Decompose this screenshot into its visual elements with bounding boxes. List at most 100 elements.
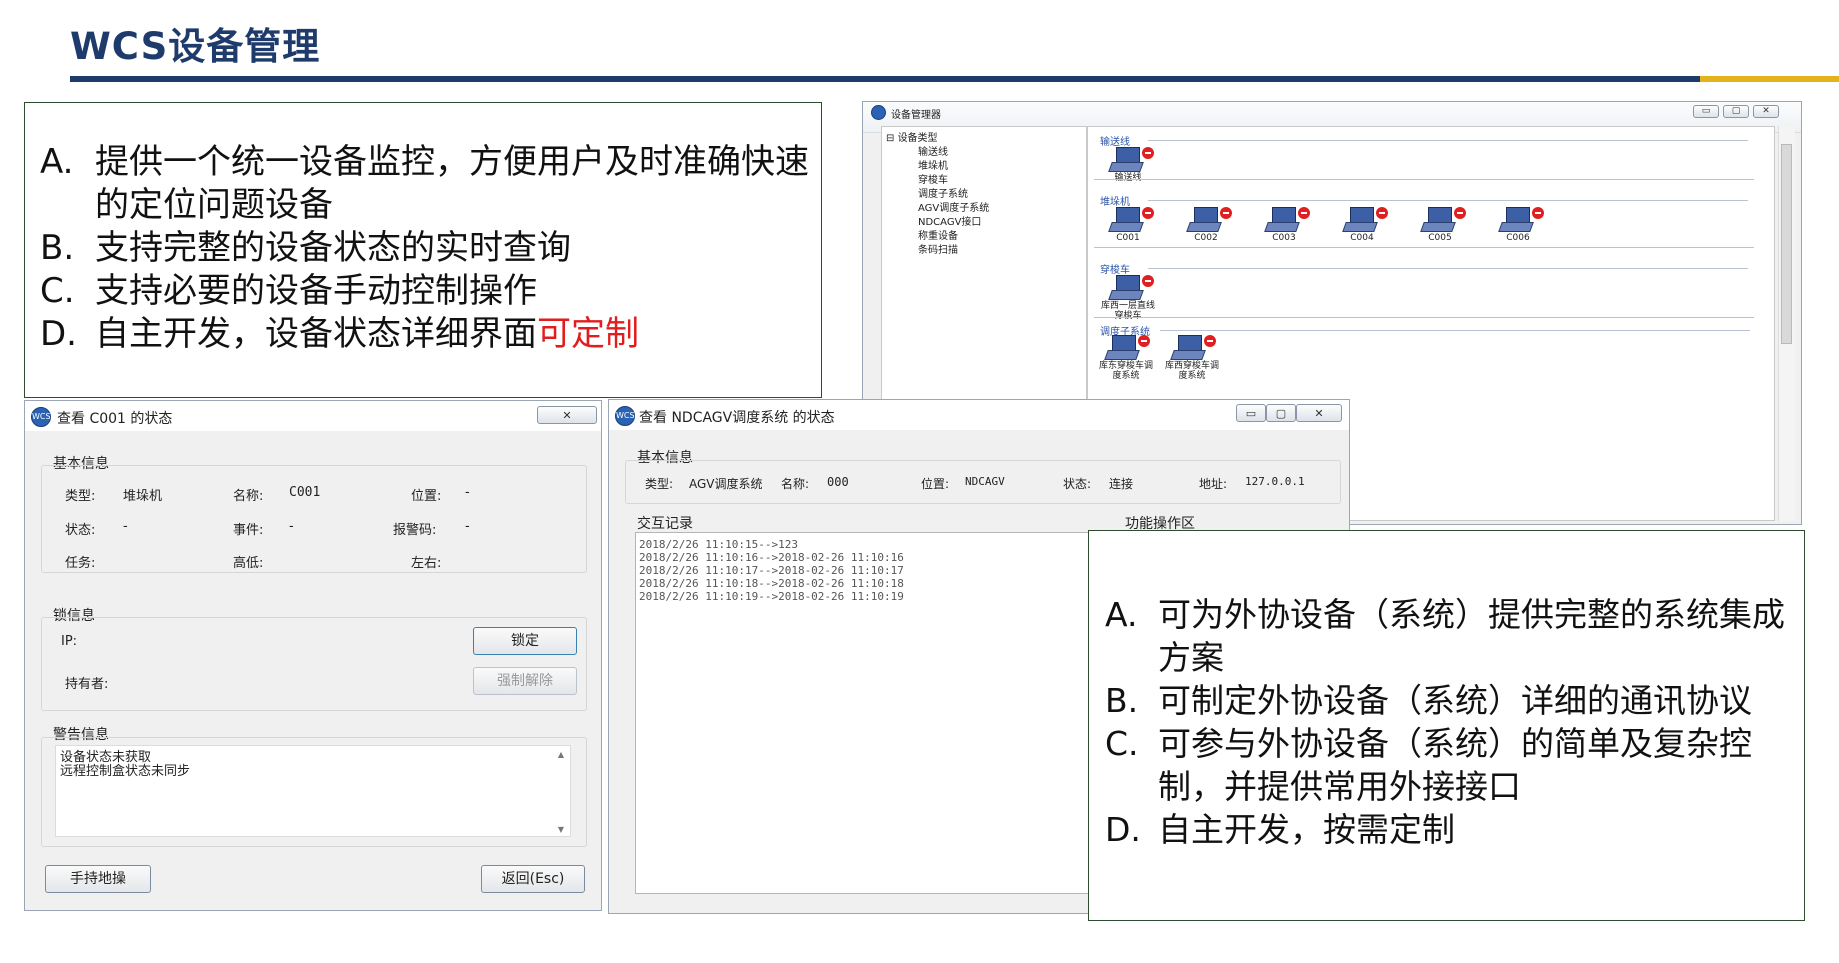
offline-status-icon	[1532, 207, 1544, 219]
vertical-scrollbar[interactable]	[1778, 126, 1795, 521]
type-value: AGV调度系统	[689, 477, 763, 491]
position-value: -	[465, 485, 470, 500]
tree-item[interactable]: NDCAGV接口	[918, 213, 981, 228]
item-letter: D.	[1105, 810, 1141, 849]
offline-status-icon	[1138, 335, 1150, 347]
maximize-button[interactable]: ▢	[1266, 404, 1296, 422]
device-icon	[1428, 207, 1452, 223]
device-label: C003	[1272, 233, 1296, 243]
alarm-code-value: -	[465, 519, 470, 534]
type-label: 类型:	[645, 477, 674, 491]
tree-root[interactable]: ⊟ 设备类型	[886, 129, 938, 144]
close-button[interactable]: ✕	[1753, 105, 1779, 118]
status-label: 状态:	[1063, 477, 1092, 491]
feature-item: D. 自主开发，设备状态详细界面可定制	[40, 313, 811, 356]
window-title: 查看 NDCAGV调度系统 的状态	[639, 410, 835, 426]
section-divider	[1094, 317, 1754, 318]
device-label: C004	[1350, 233, 1374, 243]
section-divider	[1094, 179, 1754, 180]
scroll-down-icon[interactable]: ▼	[554, 825, 568, 834]
item-letter: A.	[1105, 595, 1138, 634]
tree-item[interactable]: AGV调度子系统	[918, 199, 989, 214]
tree-item[interactable]: 输送线	[918, 143, 948, 158]
window-title: 查看 C001 的状态	[57, 411, 173, 427]
task-label: 任务:	[65, 556, 96, 571]
ip-label: IP:	[61, 634, 78, 649]
window-title: 设备管理器	[891, 110, 941, 121]
title-bar[interactable]: WCS 查看 C001 的状态 ✕	[25, 401, 601, 431]
item-letter: B.	[1105, 681, 1139, 720]
position-label: 位置:	[411, 489, 442, 504]
event-value: -	[289, 519, 294, 534]
device-icon	[1116, 147, 1140, 163]
device-shuttle[interactable]: 库西一层直线穿梭车	[1100, 273, 1156, 323]
title-bar[interactable]: WCS 查看 NDCAGV调度系统 的状态 ▭ ▢ ✕	[609, 400, 1349, 430]
device-dispatch[interactable]: 库东穿梭车调度系统	[1096, 333, 1156, 383]
address-label: 地址:	[1199, 477, 1228, 491]
item-text: 支持完整的设备状态的实时查询	[95, 228, 571, 268]
item-text: 支持必要的设备手动控制操作	[95, 271, 537, 311]
force-unlock-button[interactable]: 强制解除	[473, 667, 577, 695]
device-label: C002	[1194, 233, 1218, 243]
tree-item[interactable]: 调度子系统	[918, 185, 968, 200]
name-label: 名称:	[781, 477, 810, 491]
feature-list-box: A. 提供一个统一设备监控，方便用户及时准确快速的定位问题设备 B. 支持完整的…	[24, 102, 822, 398]
group-label: 交互记录	[637, 516, 693, 532]
item-letter: C.	[1105, 724, 1139, 763]
integration-item: C. 可参与外协设备（系统）的简单及复杂控制，并提供常用外接接口	[1105, 722, 1794, 808]
tree-item[interactable]: 堆垛机	[918, 157, 948, 172]
device-label: 库东穿梭车调度系统	[1098, 361, 1153, 381]
warning-scrollbar[interactable]: ▲ ▼	[554, 748, 568, 834]
device-icon	[1116, 275, 1140, 291]
section-divider	[1148, 140, 1748, 141]
slide-title: WCS设备管理	[70, 25, 321, 68]
owner-label: 持有者:	[65, 677, 109, 692]
item-text: 可制定外协设备（系统）详细的通讯协议	[1158, 681, 1752, 720]
status-label: 状态:	[65, 523, 96, 538]
scrollbar-thumb[interactable]	[1781, 144, 1792, 344]
device-icon	[1506, 207, 1530, 223]
offline-status-icon	[1142, 207, 1154, 219]
feature-item: C. 支持必要的设备手动控制操作	[40, 270, 811, 313]
tree-item[interactable]: 穿梭车	[918, 171, 948, 186]
section-divider	[1160, 330, 1750, 331]
device-dispatch[interactable]: 库西穿梭车调度系统	[1162, 333, 1222, 383]
offline-status-icon	[1204, 335, 1216, 347]
scroll-up-icon[interactable]: ▲	[554, 750, 568, 759]
tree-item[interactable]: 条码扫描	[918, 241, 958, 256]
minimize-button[interactable]: ▭	[1693, 105, 1719, 118]
item-text: 自主开发，设备状态详细界面可定制	[95, 313, 811, 356]
log-lines: 2018/2/26 11:10:15-->123 2018/2/26 11:10…	[639, 538, 904, 603]
handheld-button[interactable]: 手持地操	[45, 865, 151, 893]
offline-status-icon	[1298, 207, 1310, 219]
item-letter: B.	[40, 228, 75, 268]
interaction-log[interactable]: 2018/2/26 11:10:15-->123 2018/2/26 11:10…	[635, 532, 1095, 894]
device-label: 输送线	[1114, 173, 1142, 183]
device-icon	[1116, 207, 1140, 223]
device-label: C005	[1428, 233, 1452, 243]
header-accent	[1700, 76, 1839, 82]
item-letter: C.	[40, 271, 75, 311]
item-letter: A.	[40, 142, 74, 182]
item-text: 自主开发，按需定制	[1158, 810, 1455, 849]
position-value: NDCAGV	[965, 475, 1005, 488]
address-value: 127.0.0.1	[1245, 475, 1305, 488]
close-button[interactable]: ✕	[1296, 404, 1342, 422]
offline-status-icon	[1142, 147, 1154, 159]
app-icon	[871, 105, 886, 120]
back-button[interactable]: 返回(Esc)	[481, 865, 585, 893]
log-line: 2018/2/26 11:10:15-->123	[639, 538, 798, 551]
tree-item[interactable]: 称重设备	[918, 227, 958, 242]
device-conveyor[interactable]: 输送线	[1100, 145, 1156, 195]
height-label: 高低:	[233, 556, 264, 571]
integration-item: A. 可为外协设备（系统）提供完整的系统集成方案	[1105, 593, 1794, 679]
lock-button[interactable]: 锁定	[473, 627, 577, 655]
minimize-button[interactable]: ▭	[1236, 404, 1266, 422]
close-button[interactable]: ✕	[537, 406, 597, 424]
item-text: 可参与外协设备（系统）的简单及复杂控制，并提供常用外接接口	[1158, 724, 1752, 806]
maximize-button[interactable]: ▢	[1723, 105, 1749, 118]
log-line: 2018/2/26 11:10:17-->2018-02-26 11:10:17	[639, 564, 904, 577]
position-label: 位置:	[921, 477, 950, 491]
integration-item: B. 可制定外协设备（系统）详细的通讯协议	[1105, 679, 1794, 722]
warning-text-area[interactable]: 设备状态未获取 远程控制盒状态未同步 ▲ ▼	[55, 745, 571, 837]
